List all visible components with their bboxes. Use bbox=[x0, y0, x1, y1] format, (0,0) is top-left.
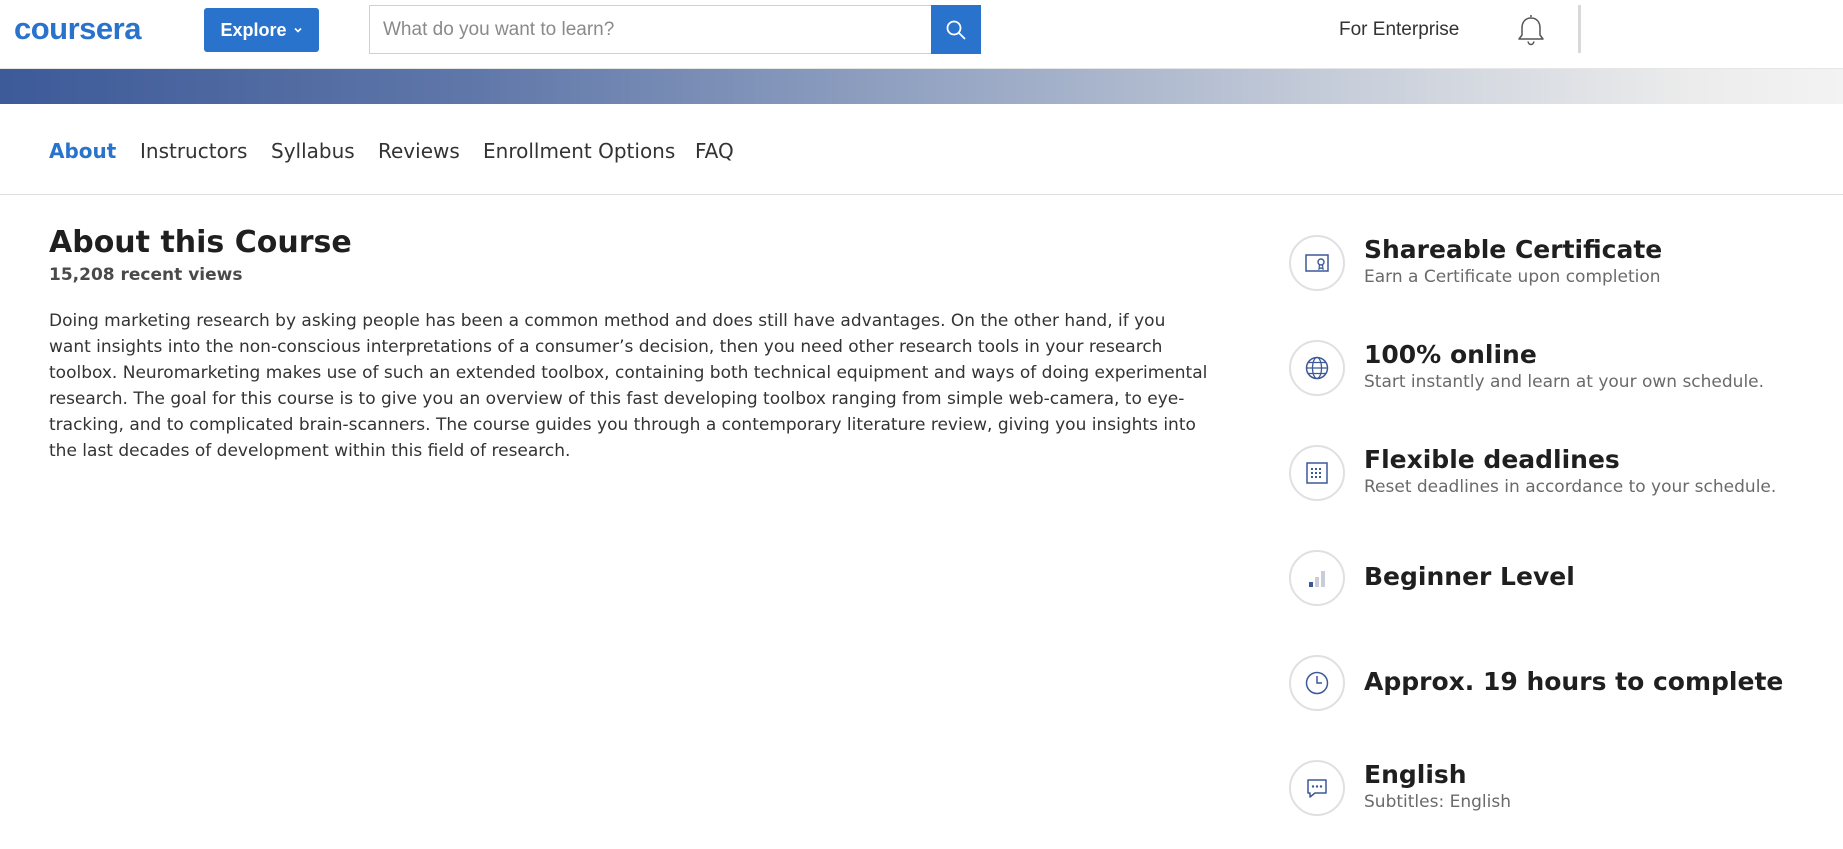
feature-icon-circle bbox=[1289, 340, 1345, 396]
course-subnav: About Instructors Syllabus Reviews Enrol… bbox=[0, 104, 1843, 195]
top-header: coursera Explore For Enterprise bbox=[0, 0, 1843, 69]
feature-title: Flexible deadlines bbox=[1364, 445, 1620, 474]
feature-title: English bbox=[1364, 760, 1467, 789]
chevron-down-icon bbox=[293, 27, 302, 33]
course-description: Doing marketing research by asking peopl… bbox=[49, 311, 1208, 461]
chat-bubble-icon bbox=[1307, 779, 1327, 798]
level-bars-icon bbox=[1309, 571, 1325, 587]
explore-button[interactable]: Explore bbox=[204, 8, 319, 52]
tab-instructors[interactable]: Instructors bbox=[140, 139, 247, 163]
feature-title: Shareable Certificate bbox=[1364, 235, 1663, 264]
feature-deadlines: Flexible deadlines Reset deadlines in ac… bbox=[1289, 445, 1829, 501]
feature-duration: Approx. 19 hours to complete bbox=[1289, 655, 1829, 711]
about-title: About this Course bbox=[49, 225, 352, 260]
feature-title: 100% online bbox=[1364, 340, 1537, 369]
feature-subtitle: Reset deadlines in accordance to your sc… bbox=[1364, 477, 1777, 497]
tab-syllabus[interactable]: Syllabus bbox=[271, 139, 355, 163]
for-enterprise-link[interactable]: For Enterprise bbox=[1339, 19, 1459, 41]
feature-subtitle: Start instantly and learn at your own sc… bbox=[1364, 372, 1765, 392]
tab-reviews[interactable]: Reviews bbox=[378, 139, 460, 163]
recent-views: 15,208 recent views bbox=[49, 265, 243, 285]
feature-subtitle: Earn a Certificate upon completion bbox=[1364, 267, 1661, 287]
tab-enrollment-options[interactable]: Enrollment Options bbox=[483, 139, 675, 163]
calendar-icon bbox=[1306, 462, 1328, 484]
feature-language: English Subtitles: English bbox=[1289, 760, 1829, 816]
banner-gradient bbox=[0, 69, 1843, 104]
feature-certificate: Shareable Certificate Earn a Certificate… bbox=[1289, 235, 1829, 291]
feature-icon-circle bbox=[1289, 550, 1345, 606]
feature-level: Beginner Level bbox=[1289, 550, 1829, 606]
tab-about[interactable]: About bbox=[49, 139, 116, 163]
header-divider bbox=[1578, 5, 1581, 53]
feature-title: Beginner Level bbox=[1364, 562, 1575, 591]
feature-icon-circle bbox=[1289, 235, 1345, 291]
feature-title: Approx. 19 hours to complete bbox=[1364, 667, 1784, 696]
feature-online: 100% online Start instantly and learn at… bbox=[1289, 340, 1829, 396]
certificate-icon bbox=[1305, 254, 1329, 272]
search-input[interactable] bbox=[369, 5, 931, 54]
clock-icon bbox=[1305, 671, 1329, 695]
feature-icon-circle bbox=[1289, 655, 1345, 711]
globe-icon bbox=[1305, 356, 1329, 380]
search-bar bbox=[369, 5, 981, 54]
coursera-logo[interactable]: coursera bbox=[14, 11, 141, 47]
search-button[interactable] bbox=[931, 5, 981, 54]
feature-icon-circle bbox=[1289, 760, 1345, 816]
explore-label: Explore bbox=[220, 19, 287, 40]
tab-faq[interactable]: FAQ bbox=[695, 139, 734, 163]
feature-subtitle: Subtitles: English bbox=[1364, 792, 1511, 812]
feature-icon-circle bbox=[1289, 445, 1345, 501]
search-icon bbox=[946, 20, 966, 39]
bell-icon[interactable] bbox=[1515, 14, 1547, 48]
